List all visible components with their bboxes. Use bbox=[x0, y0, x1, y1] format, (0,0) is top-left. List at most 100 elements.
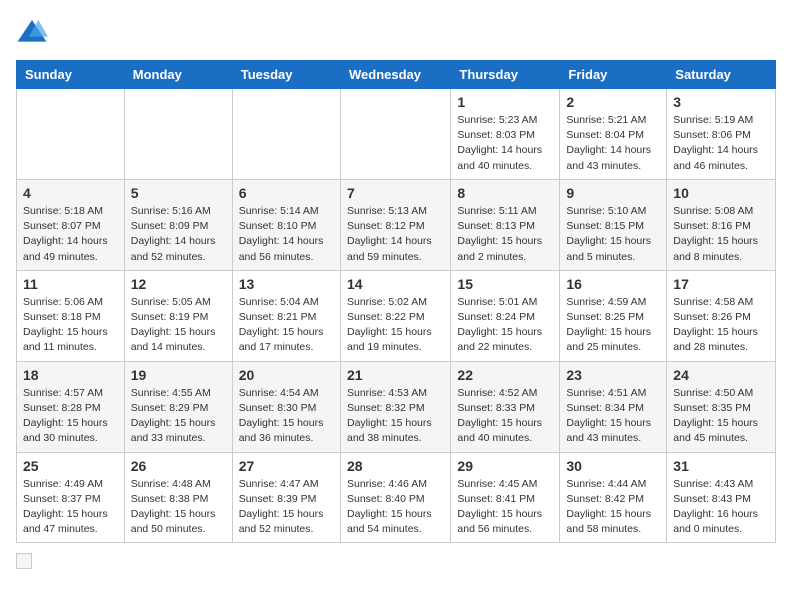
calendar-day-header: Sunday bbox=[17, 61, 125, 89]
day-info: Sunrise: 4:58 AM Sunset: 8:26 PM Dayligh… bbox=[673, 295, 769, 356]
day-info: Sunrise: 4:45 AM Sunset: 8:41 PM Dayligh… bbox=[457, 477, 553, 538]
day-info: Sunrise: 4:51 AM Sunset: 8:34 PM Dayligh… bbox=[566, 386, 660, 447]
calendar-cell: 28Sunrise: 4:46 AM Sunset: 8:40 PM Dayli… bbox=[340, 452, 450, 543]
calendar-week-row: 11 Sunrise: 5:06 AM Sunset: 8:18 PM Dayli… bbox=[17, 270, 776, 361]
calendar-cell: 29 Sunrise: 4:45 AM Sunset: 8:41 PM Dayli… bbox=[451, 452, 560, 543]
calendar-week-row: 4Sunrise: 5:18 AM Sunset: 8:07 PM Daylig… bbox=[17, 179, 776, 270]
day-number: 31 bbox=[673, 458, 769, 474]
calendar-cell: 17 Sunrise: 4:58 AM Sunset: 8:26 PM Dayli… bbox=[667, 270, 776, 361]
day-number: 27 bbox=[239, 458, 334, 474]
calendar-cell: 30Sunrise: 4:44 AM Sunset: 8:42 PM Dayli… bbox=[560, 452, 667, 543]
day-number: 9 bbox=[566, 185, 660, 201]
calendar-cell: 27 Sunrise: 4:47 AM Sunset: 8:39 PM Dayli… bbox=[232, 452, 340, 543]
calendar-cell: 31 Sunrise: 4:43 AM Sunset: 8:43 PM Dayli… bbox=[667, 452, 776, 543]
calendar-cell: 4Sunrise: 5:18 AM Sunset: 8:07 PM Daylig… bbox=[17, 179, 125, 270]
day-info: Sunrise: 4:55 AM Sunset: 8:29 PM Dayligh… bbox=[131, 386, 226, 447]
day-number: 22 bbox=[457, 367, 553, 383]
day-info: Sunrise: 4:44 AM Sunset: 8:42 PM Dayligh… bbox=[566, 477, 660, 538]
calendar-cell: 18Sunrise: 4:57 AM Sunset: 8:28 PM Dayli… bbox=[17, 361, 125, 452]
calendar-cell: 21Sunrise: 4:53 AM Sunset: 8:32 PM Dayli… bbox=[340, 361, 450, 452]
day-number: 14 bbox=[347, 276, 444, 292]
calendar-cell: 22 Sunrise: 4:52 AM Sunset: 8:33 PM Dayli… bbox=[451, 361, 560, 452]
day-number: 23 bbox=[566, 367, 660, 383]
day-info: Sunrise: 4:48 AM Sunset: 8:38 PM Dayligh… bbox=[131, 477, 226, 538]
day-info: Sunrise: 4:59 AM Sunset: 8:25 PM Dayligh… bbox=[566, 295, 660, 356]
day-number: 25 bbox=[23, 458, 118, 474]
calendar-cell: 15 Sunrise: 5:01 AM Sunset: 8:24 PM Dayli… bbox=[451, 270, 560, 361]
day-number: 13 bbox=[239, 276, 334, 292]
calendar-week-row: 25 Sunrise: 4:49 AM Sunset: 8:37 PM Dayli… bbox=[17, 452, 776, 543]
calendar-cell bbox=[17, 89, 125, 180]
calendar-cell: 20 Sunrise: 4:54 AM Sunset: 8:30 PM Dayli… bbox=[232, 361, 340, 452]
day-info: Sunrise: 4:54 AM Sunset: 8:30 PM Dayligh… bbox=[239, 386, 334, 447]
day-info: Sunrise: 4:53 AM Sunset: 8:32 PM Dayligh… bbox=[347, 386, 444, 447]
calendar-cell: 14 Sunrise: 5:02 AM Sunset: 8:22 PM Dayli… bbox=[340, 270, 450, 361]
calendar-cell: 12 Sunrise: 5:05 AM Sunset: 8:19 PM Dayli… bbox=[124, 270, 232, 361]
day-number: 5 bbox=[131, 185, 226, 201]
calendar-week-row: 18Sunrise: 4:57 AM Sunset: 8:28 PM Dayli… bbox=[17, 361, 776, 452]
day-info: Sunrise: 5:10 AM Sunset: 8:15 PM Dayligh… bbox=[566, 204, 660, 265]
day-info: Sunrise: 5:19 AM Sunset: 8:06 PM Dayligh… bbox=[673, 113, 769, 174]
day-info: Sunrise: 4:49 AM Sunset: 8:37 PM Dayligh… bbox=[23, 477, 118, 538]
calendar-cell: 26 Sunrise: 4:48 AM Sunset: 8:38 PM Dayli… bbox=[124, 452, 232, 543]
day-number: 17 bbox=[673, 276, 769, 292]
day-number: 10 bbox=[673, 185, 769, 201]
day-number: 7 bbox=[347, 185, 444, 201]
calendar-cell: 13 Sunrise: 5:04 AM Sunset: 8:21 PM Dayli… bbox=[232, 270, 340, 361]
calendar-header-row: SundayMondayTuesdayWednesdayThursdayFrid… bbox=[17, 61, 776, 89]
calendar-cell bbox=[124, 89, 232, 180]
day-number: 28 bbox=[347, 458, 444, 474]
day-info: Sunrise: 5:23 AM Sunset: 8:03 PM Dayligh… bbox=[457, 113, 553, 174]
day-info: Sunrise: 5:18 AM Sunset: 8:07 PM Dayligh… bbox=[23, 204, 118, 265]
day-info: Sunrise: 4:52 AM Sunset: 8:33 PM Dayligh… bbox=[457, 386, 553, 447]
day-info: Sunrise: 5:02 AM Sunset: 8:22 PM Dayligh… bbox=[347, 295, 444, 356]
day-info: Sunrise: 4:50 AM Sunset: 8:35 PM Dayligh… bbox=[673, 386, 769, 447]
calendar-cell: 6 Sunrise: 5:14 AM Sunset: 8:10 PM Daylig… bbox=[232, 179, 340, 270]
calendar-day-header: Thursday bbox=[451, 61, 560, 89]
page-header bbox=[16, 16, 776, 48]
calendar-cell: 3Sunrise: 5:19 AM Sunset: 8:06 PM Daylig… bbox=[667, 89, 776, 180]
calendar-cell: 2 Sunrise: 5:21 AM Sunset: 8:04 PM Daylig… bbox=[560, 89, 667, 180]
day-number: 15 bbox=[457, 276, 553, 292]
day-number: 11 bbox=[23, 276, 118, 292]
day-info: Sunrise: 5:08 AM Sunset: 8:16 PM Dayligh… bbox=[673, 204, 769, 265]
day-info: Sunrise: 4:57 AM Sunset: 8:28 PM Dayligh… bbox=[23, 386, 118, 447]
day-info: Sunrise: 4:47 AM Sunset: 8:39 PM Dayligh… bbox=[239, 477, 334, 538]
calendar-day-header: Friday bbox=[560, 61, 667, 89]
day-info: Sunrise: 5:13 AM Sunset: 8:12 PM Dayligh… bbox=[347, 204, 444, 265]
day-info: Sunrise: 5:11 AM Sunset: 8:13 PM Dayligh… bbox=[457, 204, 553, 265]
day-number: 1 bbox=[457, 94, 553, 110]
calendar-day-header: Saturday bbox=[667, 61, 776, 89]
day-number: 6 bbox=[239, 185, 334, 201]
day-number: 26 bbox=[131, 458, 226, 474]
calendar-cell: 7 Sunrise: 5:13 AM Sunset: 8:12 PM Daylig… bbox=[340, 179, 450, 270]
calendar-cell bbox=[232, 89, 340, 180]
day-number: 12 bbox=[131, 276, 226, 292]
calendar-cell: 11 Sunrise: 5:06 AM Sunset: 8:18 PM Dayli… bbox=[17, 270, 125, 361]
day-number: 24 bbox=[673, 367, 769, 383]
calendar-week-row: 1 Sunrise: 5:23 AM Sunset: 8:03 PM Daylig… bbox=[17, 89, 776, 180]
day-info: Sunrise: 5:21 AM Sunset: 8:04 PM Dayligh… bbox=[566, 113, 660, 174]
day-number: 2 bbox=[566, 94, 660, 110]
calendar-cell: 5Sunrise: 5:16 AM Sunset: 8:09 PM Daylig… bbox=[124, 179, 232, 270]
day-number: 8 bbox=[457, 185, 553, 201]
day-info: Sunrise: 5:01 AM Sunset: 8:24 PM Dayligh… bbox=[457, 295, 553, 356]
calendar-day-header: Wednesday bbox=[340, 61, 450, 89]
calendar-cell: 19Sunrise: 4:55 AM Sunset: 8:29 PM Dayli… bbox=[124, 361, 232, 452]
logo-icon bbox=[16, 16, 48, 48]
day-info: Sunrise: 4:43 AM Sunset: 8:43 PM Dayligh… bbox=[673, 477, 769, 538]
day-info: Sunrise: 5:06 AM Sunset: 8:18 PM Dayligh… bbox=[23, 295, 118, 356]
calendar-cell: 9 Sunrise: 5:10 AM Sunset: 8:15 PM Daylig… bbox=[560, 179, 667, 270]
day-number: 16 bbox=[566, 276, 660, 292]
day-number: 29 bbox=[457, 458, 553, 474]
day-info: Sunrise: 5:14 AM Sunset: 8:10 PM Dayligh… bbox=[239, 204, 334, 265]
logo bbox=[16, 16, 52, 48]
day-info: Sunrise: 5:05 AM Sunset: 8:19 PM Dayligh… bbox=[131, 295, 226, 356]
calendar-cell: 16 Sunrise: 4:59 AM Sunset: 8:25 PM Dayli… bbox=[560, 270, 667, 361]
day-info: Sunrise: 5:04 AM Sunset: 8:21 PM Dayligh… bbox=[239, 295, 334, 356]
calendar-cell: 10 Sunrise: 5:08 AM Sunset: 8:16 PM Dayli… bbox=[667, 179, 776, 270]
calendar-cell: 23 Sunrise: 4:51 AM Sunset: 8:34 PM Dayli… bbox=[560, 361, 667, 452]
day-number: 20 bbox=[239, 367, 334, 383]
footer-box-icon bbox=[16, 553, 32, 569]
calendar-cell: 1 Sunrise: 5:23 AM Sunset: 8:03 PM Daylig… bbox=[451, 89, 560, 180]
